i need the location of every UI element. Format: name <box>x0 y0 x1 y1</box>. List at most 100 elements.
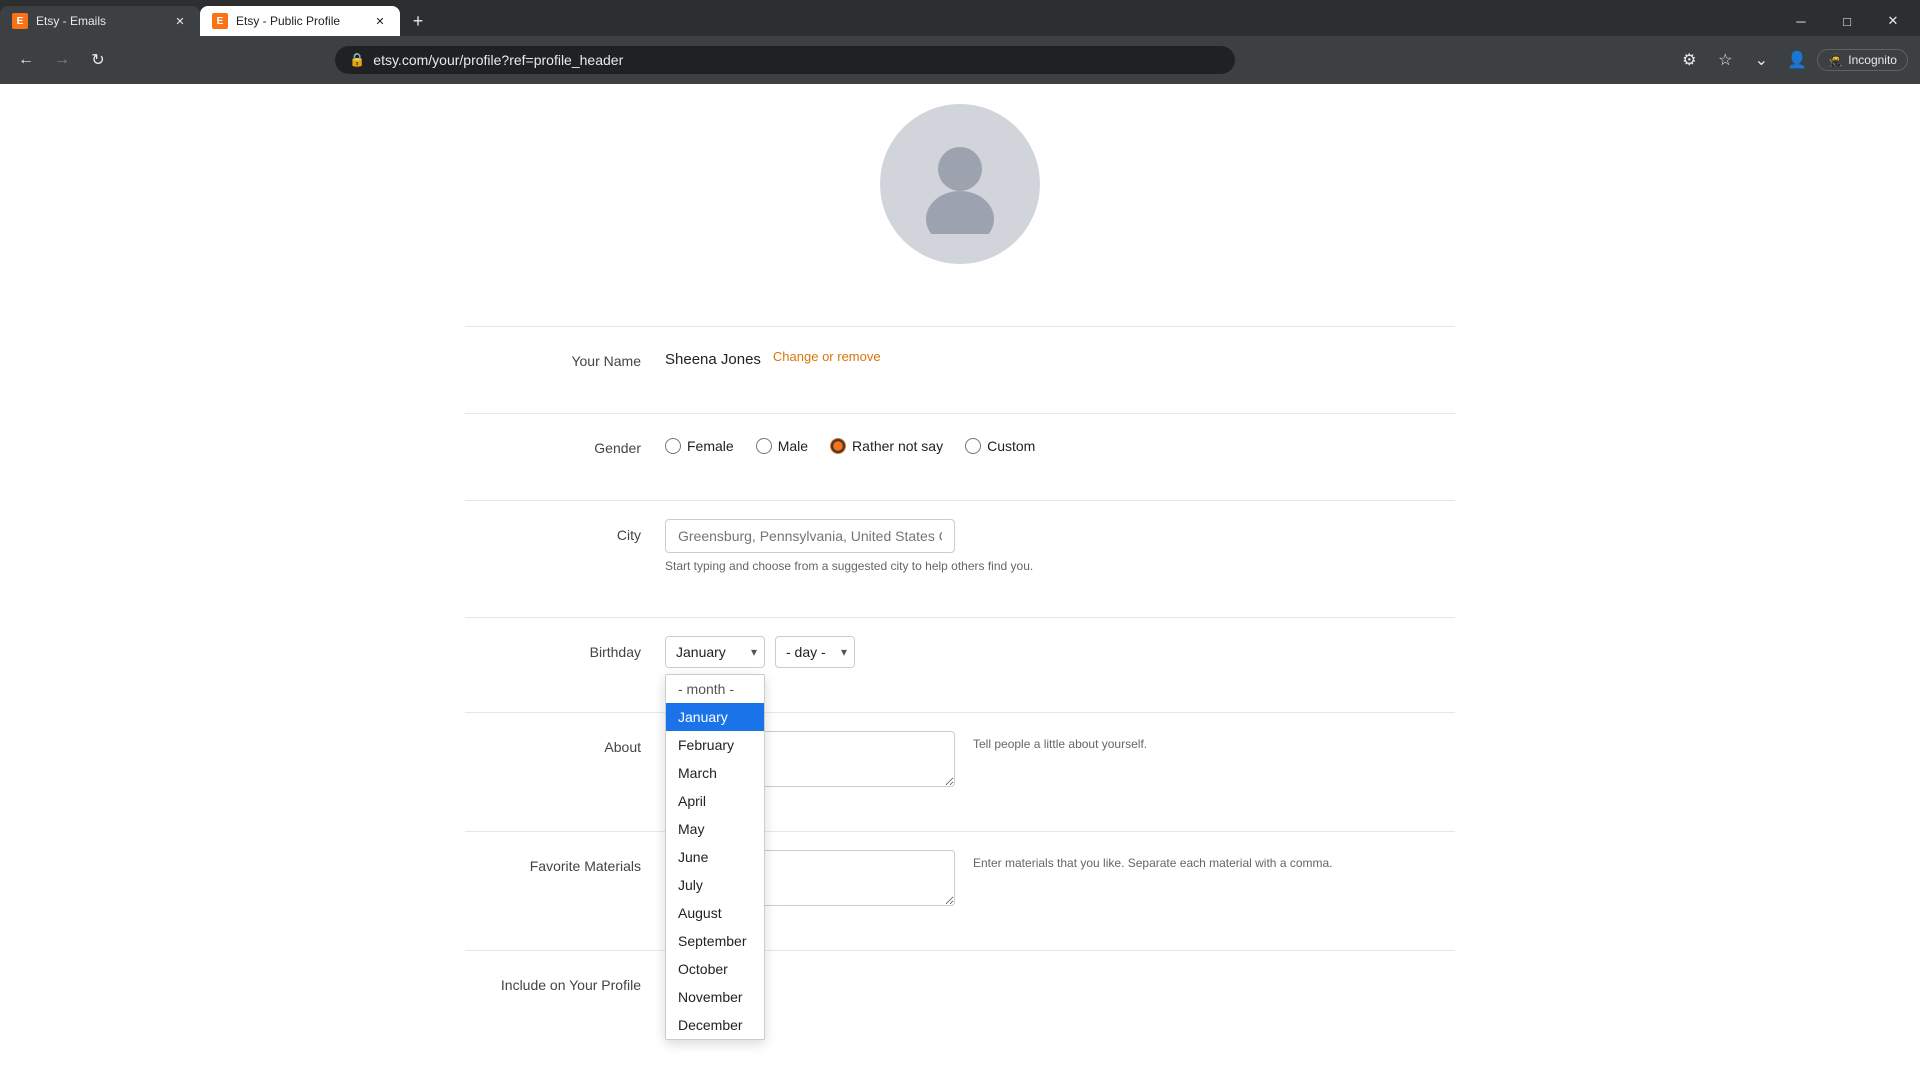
forward-button[interactable]: → <box>48 46 76 74</box>
your-name-label: Your Name <box>465 345 665 369</box>
lock-icon: 🔒 <box>349 52 365 68</box>
divider-7 <box>465 950 1455 951</box>
browser-chrome: E Etsy - Emails ✕ E Etsy - Public Profil… <box>0 0 1920 84</box>
month-dd-april[interactable]: April <box>666 787 764 815</box>
tab2-label: Etsy - Public Profile <box>236 14 340 28</box>
city-control: Start typing and choose from a suggested… <box>665 519 1455 573</box>
about-label: About <box>465 731 665 755</box>
tab2-favicon: E <box>212 13 228 29</box>
month-dd-november[interactable]: November <box>666 983 764 1011</box>
change-or-remove-link[interactable]: Change or remove <box>773 349 881 364</box>
address-text: etsy.com/your/profile?ref=profile_header <box>373 52 1221 68</box>
city-input[interactable] <box>665 519 955 553</box>
include-row: Include on Your Profile Shop <box>465 969 1455 993</box>
gender-female-option[interactable]: Female <box>665 438 734 454</box>
incognito-label: Incognito <box>1848 53 1897 67</box>
gender-male-option[interactable]: Male <box>756 438 808 454</box>
close-button[interactable]: ✕ <box>1870 5 1916 37</box>
tab-public-profile[interactable]: E Etsy - Public Profile ✕ <box>200 6 400 36</box>
birthday-row: Birthday - month - January February Marc… <box>465 636 1455 668</box>
back-button[interactable]: ← <box>12 46 40 74</box>
new-tab-button[interactable]: + <box>404 7 432 35</box>
city-row: City Start typing and choose from a sugg… <box>465 519 1455 573</box>
content-wrapper: Your Name Sheena Jones Change or remove … <box>460 104 1460 1019</box>
month-dd-may[interactable]: May <box>666 815 764 843</box>
gender-rather-not-say-radio[interactable] <box>830 438 846 454</box>
address-bar[interactable]: 🔒 etsy.com/your/profile?ref=profile_head… <box>335 46 1235 74</box>
gender-row: Gender Female Male Rather not say <box>465 432 1455 456</box>
tab1-label: Etsy - Emails <box>36 14 106 28</box>
month-select-wrapper: - month - January February March April M… <box>665 636 765 668</box>
address-bar-row: ← → ↻ 🔒 etsy.com/your/profile?ref=profil… <box>0 36 1920 84</box>
avatar[interactable] <box>880 104 1040 264</box>
day-select-wrapper: - day - <box>775 636 855 668</box>
divider-5 <box>465 712 1455 713</box>
divider-4 <box>465 617 1455 618</box>
divider-1 <box>465 326 1455 327</box>
month-dd-june[interactable]: June <box>666 843 764 871</box>
favorite-materials-row: Favorite Materials Enter materials that … <box>465 850 1455 906</box>
gender-male-label: Male <box>778 438 808 454</box>
month-dd-september[interactable]: September <box>666 927 764 955</box>
tab-bar: E Etsy - Emails ✕ E Etsy - Public Profil… <box>0 0 1920 36</box>
minimize-button[interactable]: ─ <box>1778 5 1824 37</box>
favorite-materials-label: Favorite Materials <box>465 850 665 874</box>
divider-6 <box>465 831 1455 832</box>
birthday-label: Birthday <box>465 636 665 660</box>
include-control: Shop <box>665 969 1455 991</box>
day-select[interactable]: - day - <box>775 636 855 668</box>
month-dd-march[interactable]: March <box>666 759 764 787</box>
user-name-value: Sheena Jones <box>665 345 761 368</box>
profile-icon[interactable]: 👤 <box>1781 44 1813 76</box>
favorite-materials-hint: Enter materials that you like. Separate … <box>973 850 1333 870</box>
favorite-materials-control: Enter materials that you like. Separate … <box>665 850 1455 906</box>
gender-options: Female Male Rather not say Custom <box>665 432 1455 454</box>
gender-rather-not-say-option[interactable]: Rather not say <box>830 438 943 454</box>
maximize-button[interactable]: □ <box>1824 5 1870 37</box>
refresh-button[interactable]: ↻ <box>84 46 112 74</box>
name-row: Sheena Jones Change or remove <box>665 345 1455 368</box>
month-dd-july[interactable]: July <box>666 871 764 899</box>
avatar-icon <box>910 134 1010 234</box>
gender-custom-option[interactable]: Custom <box>965 438 1035 454</box>
about-row: About Tell people a little about yoursel… <box>465 731 1455 787</box>
tab-search-icon[interactable]: ⌄ <box>1745 44 1777 76</box>
month-dd-february[interactable]: February <box>666 731 764 759</box>
materials-inner: Enter materials that you like. Separate … <box>665 850 1455 906</box>
divider-3 <box>465 500 1455 501</box>
gender-female-label: Female <box>687 438 734 454</box>
about-hint: Tell people a little about yourself. <box>973 731 1147 751</box>
month-dd-october[interactable]: October <box>666 955 764 983</box>
month-dd-august[interactable]: August <box>666 899 764 927</box>
page-content: Your Name Sheena Jones Change or remove … <box>0 84 1920 1080</box>
incognito-badge: 🥷 Incognito <box>1817 49 1908 71</box>
gender-label: Gender <box>465 432 665 456</box>
extensions-icon[interactable]: ⚙ <box>1673 44 1705 76</box>
about-inner: Tell people a little about yourself. <box>665 731 1455 787</box>
avatar-section <box>880 104 1040 278</box>
your-name-control: Sheena Jones Change or remove <box>665 345 1455 368</box>
month-dd-december[interactable]: December <box>666 1011 764 1039</box>
include-options: Shop <box>665 969 1455 991</box>
window-controls: ─ □ ✕ <box>1778 5 1920 37</box>
month-dd-january[interactable]: January <box>666 703 764 731</box>
gender-custom-radio[interactable] <box>965 438 981 454</box>
gender-male-radio[interactable] <box>756 438 772 454</box>
gender-female-radio[interactable] <box>665 438 681 454</box>
month-dd-placeholder[interactable]: - month - <box>666 675 764 703</box>
star-icon[interactable]: ☆ <box>1709 44 1741 76</box>
incognito-icon: 🥷 <box>1828 53 1843 67</box>
gender-custom-label: Custom <box>987 438 1035 454</box>
tab2-close[interactable]: ✕ <box>372 13 388 29</box>
birthday-control: - month - January February March April M… <box>665 636 1455 668</box>
tab-emails[interactable]: E Etsy - Emails ✕ <box>0 6 200 36</box>
month-select[interactable]: - month - January February March April M… <box>665 636 765 668</box>
toolbar-icons: ⚙ ☆ ⌄ 👤 🥷 Incognito <box>1673 44 1908 76</box>
birthday-selects: - month - January February March April M… <box>665 636 1455 668</box>
gender-control: Female Male Rather not say Custom <box>665 432 1455 454</box>
tab1-close[interactable]: ✕ <box>172 13 188 29</box>
month-dropdown: - month - January February March April M… <box>665 674 765 1040</box>
gender-rather-not-say-label: Rather not say <box>852 438 943 454</box>
divider-2 <box>465 413 1455 414</box>
tab1-favicon: E <box>12 13 28 29</box>
